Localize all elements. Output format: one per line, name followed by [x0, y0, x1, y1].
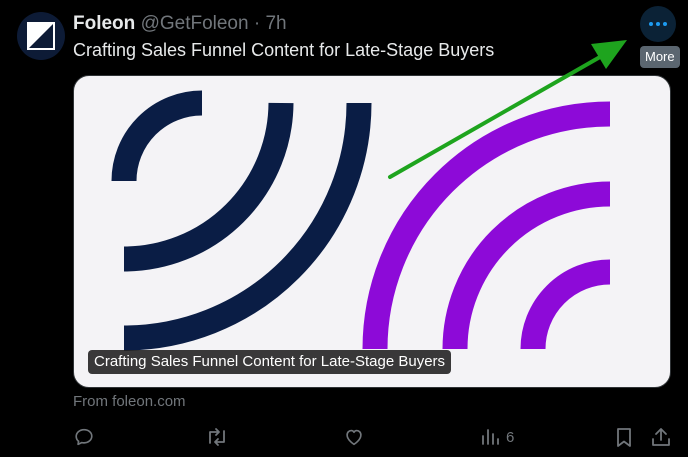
link-card[interactable]: Crafting Sales Funnel Content for Late-S… — [73, 75, 671, 388]
post-text: Crafting Sales Funnel Content for Late-S… — [73, 40, 495, 60]
separator: · — [253, 13, 261, 34]
repost-button[interactable] — [205, 424, 229, 450]
repost-icon — [209, 428, 225, 446]
heart-icon — [346, 429, 362, 446]
more-icon — [649, 22, 667, 26]
views-icon — [482, 429, 499, 445]
author-name[interactable]: Foleon — [73, 13, 135, 34]
reply-icon — [75, 428, 93, 446]
reply-button[interactable] — [73, 424, 95, 450]
post-header: Foleon @GetFoleon · 7h — [73, 12, 287, 36]
bookmark-button[interactable] — [614, 424, 634, 450]
post: Foleon @GetFoleon · 7h Crafting Sales Fu… — [0, 0, 688, 457]
views-count: 6 — [506, 428, 515, 446]
author-handle[interactable]: @GetFoleon — [141, 13, 249, 34]
foleon-logo-icon — [27, 22, 55, 50]
card-image — [111, 90, 611, 351]
more-tooltip: More — [640, 46, 680, 68]
share-icon — [652, 428, 670, 446]
post-time[interactable]: 7h — [265, 13, 286, 34]
purple-arcs — [362, 101, 611, 350]
share-button[interactable] — [650, 424, 672, 450]
card-caption: Crafting Sales Funnel Content for Late-S… — [88, 350, 452, 374]
like-button[interactable] — [343, 424, 365, 450]
avatar[interactable] — [17, 12, 65, 60]
views-button[interactable]: 6 — [480, 424, 514, 450]
navy-arcs — [111, 90, 372, 351]
bookmark-icon — [617, 428, 631, 447]
more-button[interactable] — [640, 6, 676, 42]
card-source[interactable]: From foleon.com — [73, 393, 186, 411]
